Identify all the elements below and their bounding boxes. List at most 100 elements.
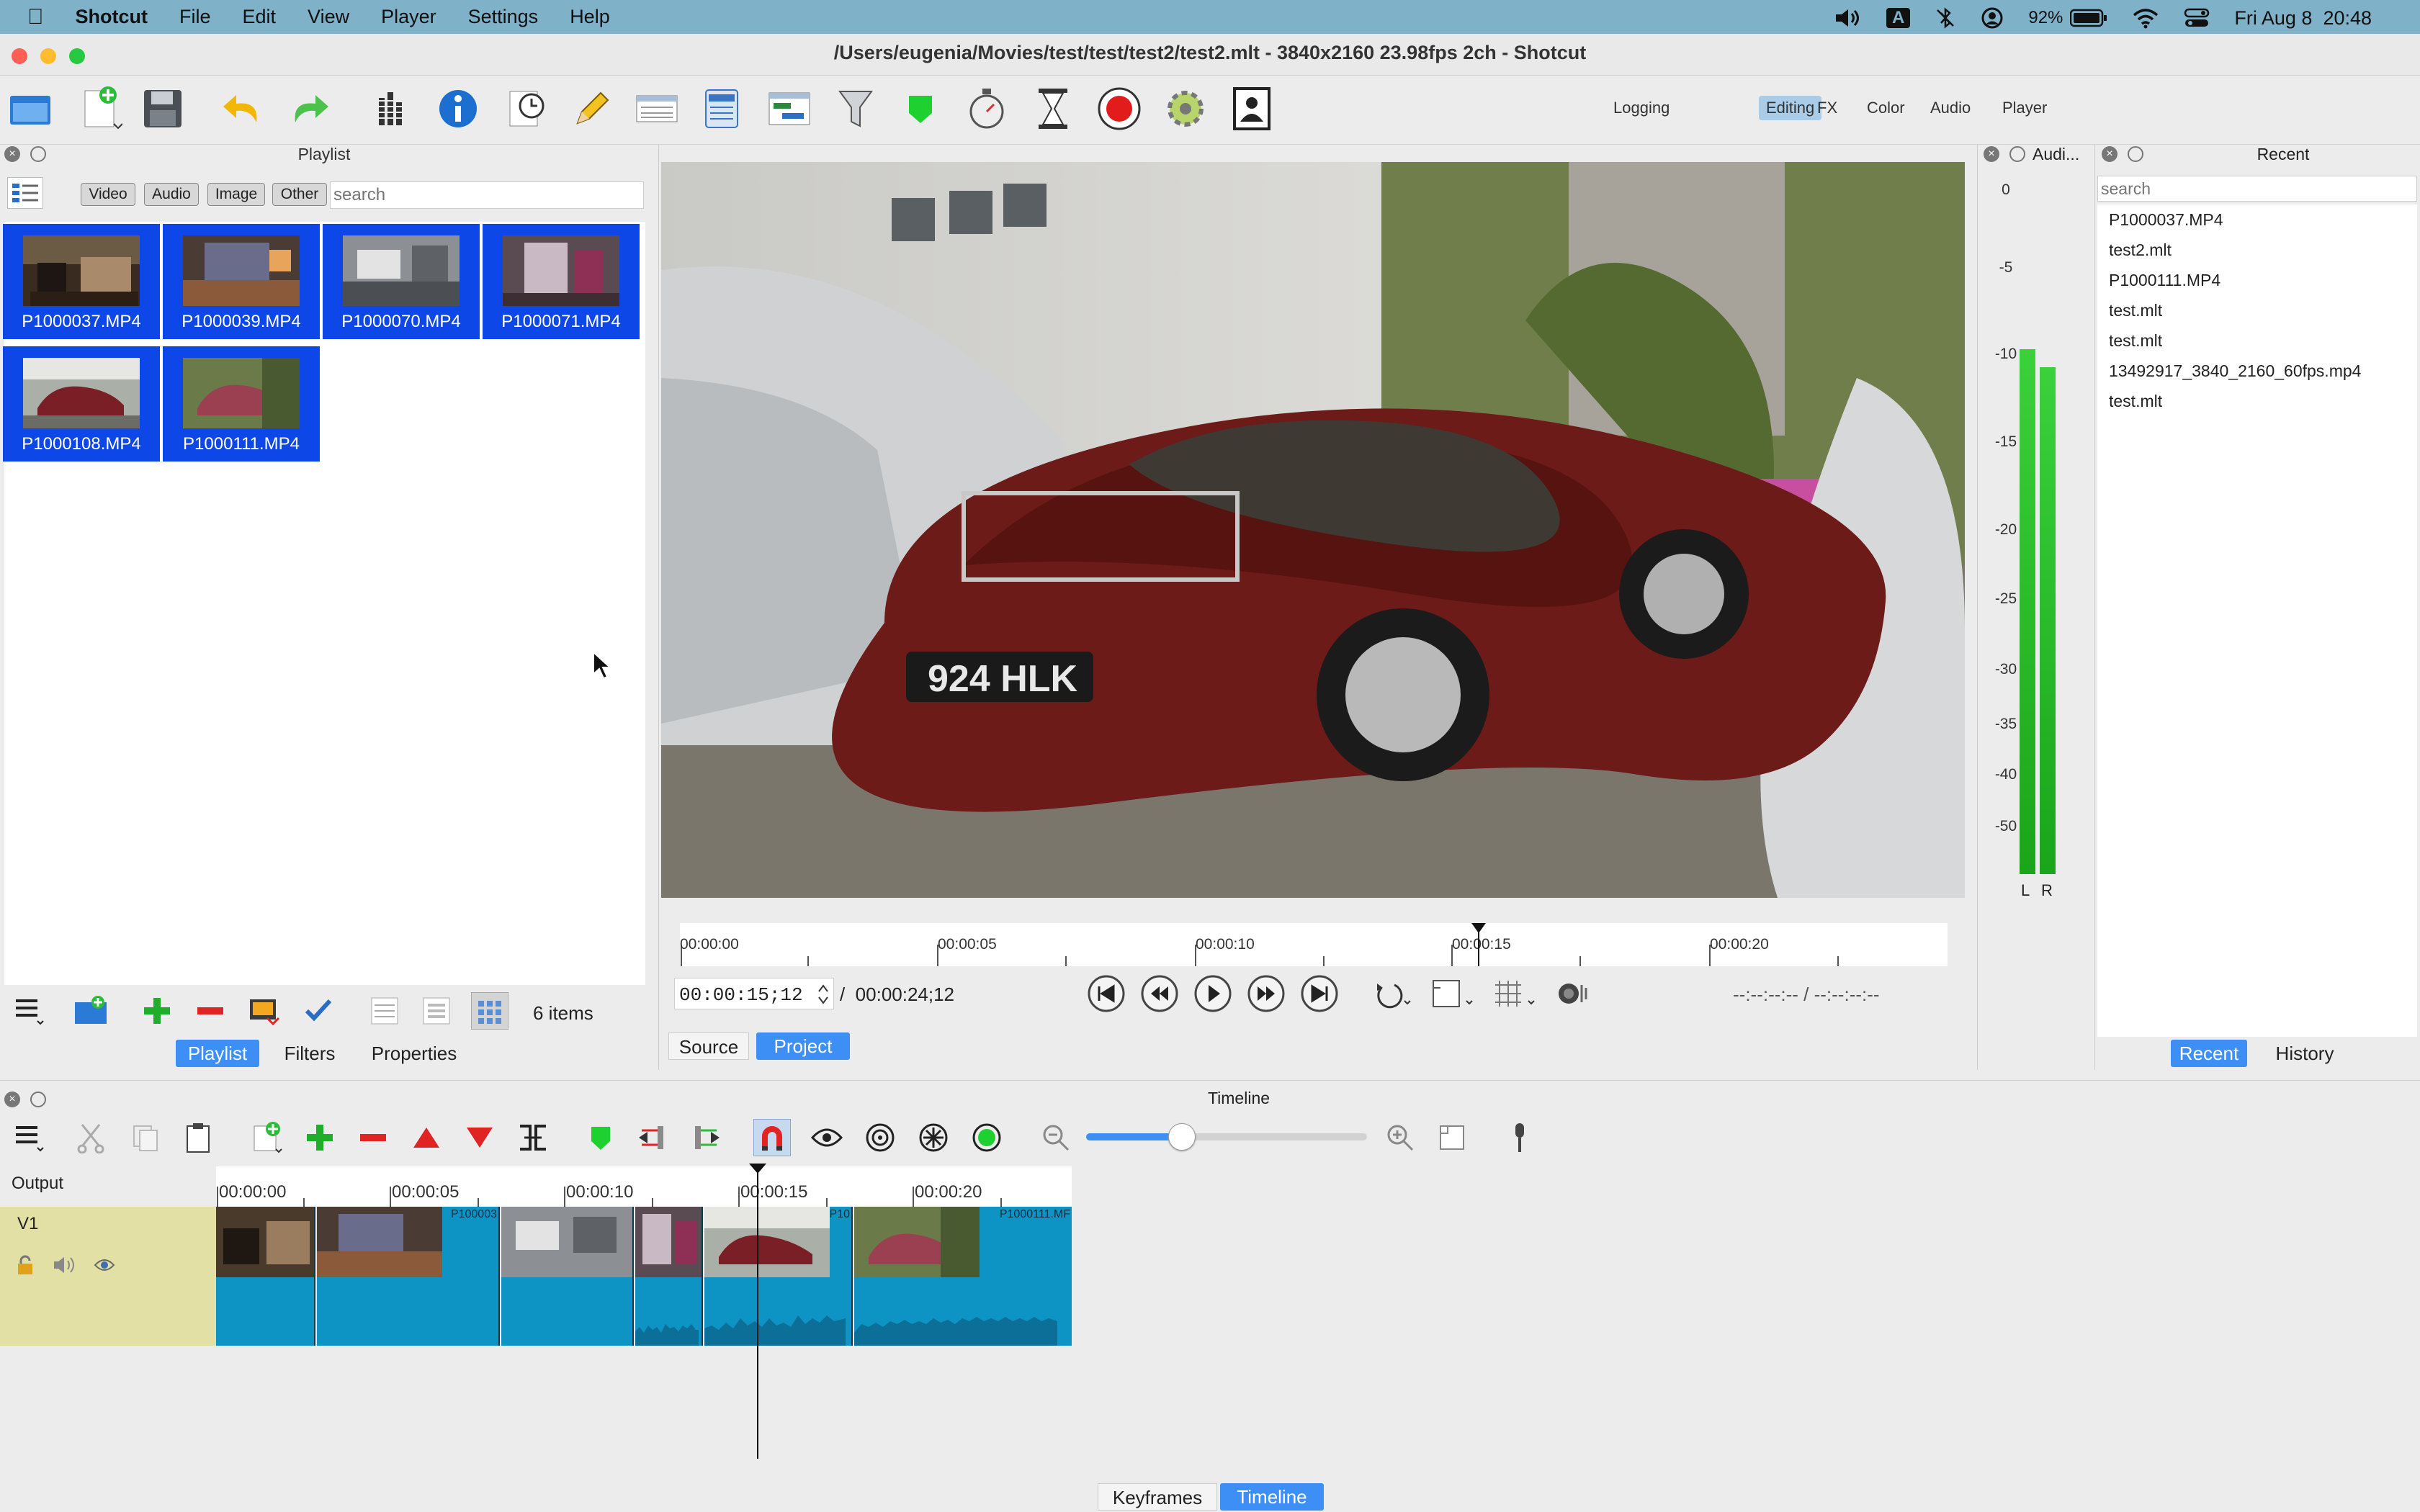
- zoom-select-icon[interactable]: [1429, 975, 1475, 1012]
- ripple-markers-button[interactable]: [968, 1119, 1005, 1156]
- layout-color[interactable]: Color: [1860, 96, 1912, 120]
- tab-playlist[interactable]: Playlist: [176, 1040, 259, 1067]
- timeline-clip[interactable]: P1000111.MF: [854, 1207, 1072, 1346]
- track-header-v1[interactable]: V1: [0, 1207, 216, 1346]
- filter-audio-button[interactable]: Audio: [144, 183, 199, 206]
- float-panel-button[interactable]: [2128, 146, 2143, 162]
- settings-button[interactable]: [1162, 86, 1209, 132]
- menu-view[interactable]: View: [308, 6, 349, 28]
- playlist-item[interactable]: P1000039.MP4: [163, 224, 320, 339]
- paste-button[interactable]: [180, 1119, 218, 1156]
- timeline-clip[interactable]: [501, 1207, 634, 1346]
- notes-button[interactable]: [569, 86, 615, 132]
- details-view-button[interactable]: [366, 992, 403, 1030]
- menu-app-name[interactable]: Shotcut: [76, 6, 148, 28]
- close-panel-button[interactable]: ×: [1984, 146, 1999, 162]
- layout-player[interactable]: Player: [1995, 96, 2054, 120]
- timeline-clip[interactable]: P100003: [317, 1207, 500, 1346]
- timeline-menu-button[interactable]: [10, 1119, 48, 1156]
- ripple-delete-button[interactable]: [354, 1119, 392, 1156]
- filter-video-button[interactable]: Video: [81, 183, 135, 206]
- rewind-icon[interactable]: [1141, 975, 1178, 1012]
- keyframes-button[interactable]: [964, 86, 1010, 132]
- tab-timeline[interactable]: Timeline: [1220, 1483, 1324, 1511]
- icons-view-button[interactable]: [471, 992, 508, 1030]
- filters-button[interactable]: [833, 86, 879, 132]
- menu-file[interactable]: File: [179, 6, 211, 28]
- add-bin-button[interactable]: [72, 992, 109, 1030]
- battery-icon[interactable]: [2070, 9, 2107, 27]
- skip-to-end-icon[interactable]: [1301, 975, 1338, 1012]
- tab-history[interactable]: History: [2262, 1040, 2348, 1067]
- grid-icon[interactable]: [1491, 975, 1537, 1012]
- undo-button[interactable]: [219, 86, 265, 132]
- timeline-clip[interactable]: [216, 1207, 315, 1346]
- timeline-clip[interactable]: P10: [704, 1207, 853, 1346]
- append-button[interactable]: [249, 1119, 287, 1156]
- tab-filters[interactable]: Filters: [268, 1040, 351, 1067]
- skip-to-start-icon[interactable]: [1088, 975, 1125, 1012]
- tab-project[interactable]: Project: [756, 1032, 850, 1060]
- wifi-icon[interactable]: [2132, 7, 2159, 29]
- float-panel-button[interactable]: [30, 1092, 46, 1107]
- recent-item[interactable]: test.mlt: [2109, 392, 2162, 411]
- record-audio-button[interactable]: [1501, 1119, 1538, 1156]
- select-all-button[interactable]: [300, 992, 337, 1030]
- menu-player[interactable]: Player: [381, 6, 436, 28]
- tab-recent[interactable]: Recent: [2171, 1040, 2247, 1067]
- close-panel-button[interactable]: ×: [2102, 146, 2118, 162]
- scrub-button[interactable]: [808, 1119, 846, 1156]
- playlist-item[interactable]: P1000071.MP4: [483, 224, 640, 339]
- playlist-item[interactable]: P1000108.MP4: [3, 346, 160, 462]
- history-button[interactable]: [1030, 86, 1076, 132]
- timeline-clip[interactable]: [635, 1207, 703, 1346]
- remove-button[interactable]: [192, 992, 229, 1030]
- playlist-item[interactable]: P1000111.MP4: [163, 346, 320, 462]
- menu-help[interactable]: Help: [570, 6, 610, 28]
- timeline-button[interactable]: [766, 86, 812, 132]
- ripple-button[interactable]: [861, 1119, 899, 1156]
- properties-button[interactable]: [435, 86, 481, 132]
- timeline-playhead[interactable]: [748, 1164, 768, 1459]
- zoom-fit-button[interactable]: [1433, 1119, 1471, 1156]
- overwrite-button[interactable]: [461, 1119, 498, 1156]
- bluetooth-off-icon[interactable]: [1935, 7, 1956, 29]
- close-panel-button[interactable]: ×: [4, 1092, 20, 1107]
- hide-icon[interactable]: [94, 1256, 115, 1274]
- ripple-add-button[interactable]: [301, 1119, 339, 1156]
- zoom-slider[interactable]: [1086, 1123, 1367, 1151]
- mute-icon[interactable]: [52, 1254, 76, 1276]
- apple-icon[interactable]: : [27, 5, 44, 30]
- tab-keyframes[interactable]: Keyframes: [1098, 1483, 1217, 1511]
- layout-logging[interactable]: Logging: [1606, 96, 1677, 120]
- lock-icon[interactable]: [16, 1254, 35, 1276]
- playlist-view-menu[interactable]: [7, 177, 43, 209]
- recent-item[interactable]: test.mlt: [2109, 301, 2162, 320]
- menubar-clock[interactable]: Fri Aug 8 20:48: [2234, 7, 2372, 30]
- video-preview[interactable]: 924 HLK: [661, 162, 1965, 898]
- next-marker-button[interactable]: [687, 1119, 725, 1156]
- snap-button[interactable]: [753, 1119, 791, 1156]
- zoom-slider-knob[interactable]: [1168, 1123, 1196, 1151]
- playlist-item[interactable]: P1000037.MP4: [3, 224, 160, 339]
- previous-marker-button[interactable]: [634, 1119, 671, 1156]
- open-other-button[interactable]: [78, 86, 124, 132]
- ripple-all-tracks-button[interactable]: [915, 1119, 952, 1156]
- recent-button[interactable]: [503, 86, 549, 132]
- playlist-item[interactable]: P1000070.MP4: [323, 224, 480, 339]
- recent-item[interactable]: test2.mlt: [2109, 240, 2172, 260]
- zoom-out-button[interactable]: [1037, 1119, 1075, 1156]
- screen-snapshot-button[interactable]: [1229, 86, 1275, 132]
- append-button[interactable]: [138, 992, 176, 1030]
- recent-item[interactable]: 13492917_3840_2160_60fps.mp4: [2109, 361, 2361, 381]
- stepper-arrows-icon[interactable]: [816, 983, 830, 1006]
- filter-other-button[interactable]: Other: [272, 183, 327, 206]
- recent-item[interactable]: test.mlt: [2109, 331, 2162, 351]
- record-button[interactable]: [1096, 86, 1142, 132]
- fast-forward-icon[interactable]: [1247, 975, 1285, 1012]
- player-ruler[interactable]: 00:00:00 00:00:05 00:00:10 00:00:15 00:0…: [680, 923, 1948, 966]
- open-file-button[interactable]: [7, 86, 53, 132]
- save-button[interactable]: [140, 86, 186, 132]
- filter-image-button[interactable]: Image: [207, 183, 265, 206]
- jobs-button[interactable]: [699, 86, 745, 132]
